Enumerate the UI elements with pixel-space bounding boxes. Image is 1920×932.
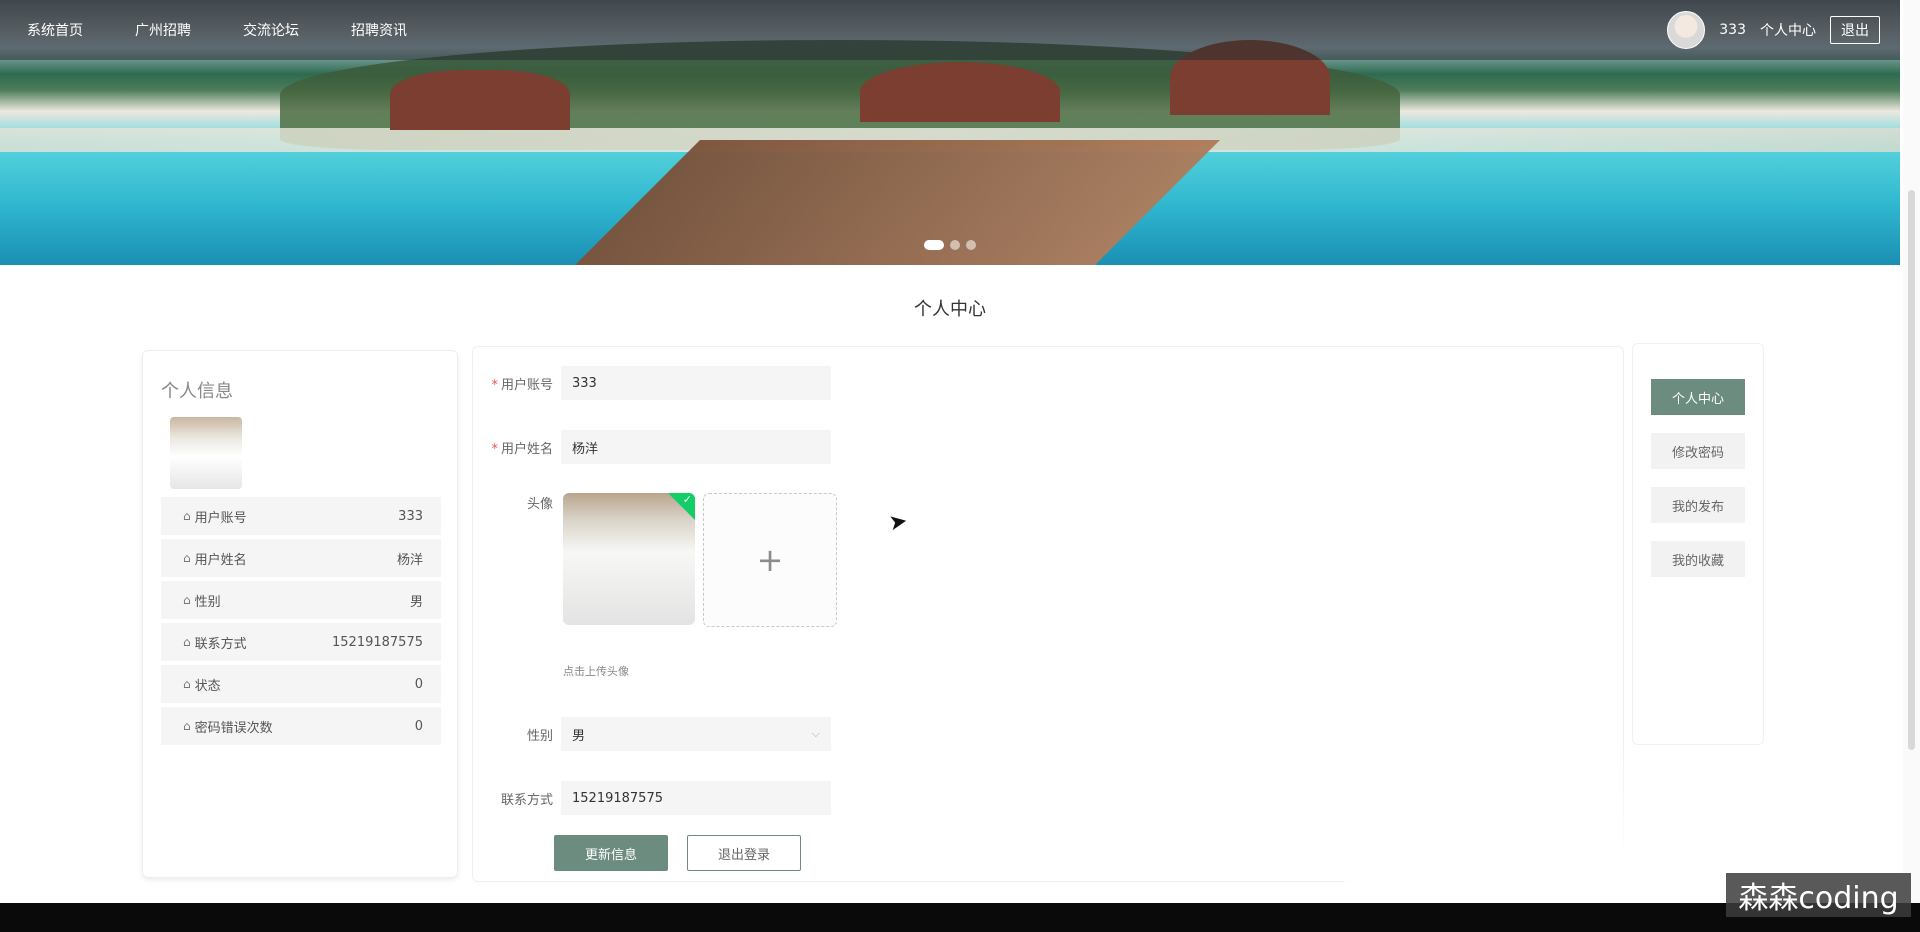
info-value: 0 [414, 676, 423, 692]
nav-user-area: 333 个人中心 退出 [1667, 0, 1880, 60]
home-icon: ⌂ [183, 593, 191, 607]
side-menu: 个人中心 修改密码 我的发布 我的收藏 [1632, 343, 1764, 745]
banner-hut [390, 70, 570, 130]
side-menu-personal-center[interactable]: 个人中心 [1651, 379, 1745, 415]
update-info-button[interactable]: 更新信息 [554, 835, 668, 871]
list-item: ⌂ 密码错误次数 0 [161, 707, 441, 745]
page-title: 个人中心 [914, 299, 986, 320]
plus-icon: + [756, 541, 784, 579]
side-menu-change-password[interactable]: 修改密码 [1651, 433, 1745, 469]
info-value: 15219187575 [332, 634, 423, 650]
carousel-dot-3[interactable] [966, 240, 976, 250]
gender-value: 男 [572, 728, 586, 744]
home-icon: ⌂ [183, 677, 191, 691]
nav-logout-button[interactable]: 退出 [1830, 16, 1880, 44]
info-value: 0 [414, 718, 423, 734]
home-icon: ⌂ [183, 551, 191, 565]
info-value: 333 [398, 508, 423, 524]
scrollbar[interactable] [1903, 0, 1920, 903]
avatar[interactable] [1667, 11, 1706, 49]
info-label: 用户账号 [194, 510, 247, 526]
check-icon: ✓ [682, 493, 692, 506]
nav-home[interactable]: 系统首页 [27, 20, 83, 40]
profile-card-title: 个人信息 [161, 381, 233, 402]
nav-guangzhou-jobs[interactable]: 广州招聘 [135, 20, 191, 40]
upload-trigger[interactable]: + [703, 493, 837, 627]
nav-recruit-news[interactable]: 招聘资讯 [351, 20, 407, 40]
info-label: 用户姓名 [194, 552, 247, 568]
list-item: ⌂ 用户账号 333 [161, 497, 441, 535]
name-field[interactable]: 杨洋 [561, 430, 831, 464]
avatar-label: 头像 [526, 497, 553, 512]
banner-hut [860, 62, 1060, 122]
gender-label: 性别 [526, 728, 553, 744]
phone-label: 联系方式 [500, 792, 553, 808]
phone-field[interactable]: 15219187575 [561, 781, 831, 815]
info-value: 男 [409, 594, 423, 610]
home-icon: ⌂ [183, 509, 191, 523]
uploaded-avatar[interactable]: ✓ [563, 493, 695, 625]
nav-personal-center[interactable]: 个人中心 [1760, 20, 1816, 40]
list-item: ⌂ 状态 0 [161, 665, 441, 703]
carousel-dot-2[interactable] [950, 240, 960, 250]
info-label: 状态 [194, 678, 221, 694]
account-label: * 用户账号 [491, 377, 553, 393]
gender-select[interactable]: 男 ⌵ [561, 717, 831, 751]
side-menu-my-posts[interactable]: 我的发布 [1651, 487, 1745, 523]
nav-username: 333 [1719, 22, 1746, 38]
carousel-indicators [924, 240, 976, 250]
list-item: ⌂ 用户姓名 杨洋 [161, 539, 441, 577]
avatar-uploader: ✓ + [563, 493, 837, 627]
home-icon: ⌂ [183, 719, 191, 733]
scrollbar-thumb[interactable] [1908, 190, 1915, 750]
account-field[interactable]: 333 [561, 366, 831, 400]
side-menu-my-favorites[interactable]: 我的收藏 [1651, 541, 1745, 577]
top-navbar: 系统首页 广州招聘 交流论坛 招聘资讯 333 个人中心 退出 [0, 0, 1900, 60]
home-icon: ⌂ [183, 635, 191, 649]
list-item: ⌂ 性别 男 [161, 581, 441, 619]
watermark: 森森coding [1726, 873, 1911, 917]
nav-forum[interactable]: 交流论坛 [243, 20, 299, 40]
form-row-gender: 性别 男 ⌵ [473, 717, 831, 751]
bottom-bar [0, 903, 1920, 932]
form-row-avatar: 头像 [473, 493, 561, 512]
profile-info-list: ⌂ 用户账号 333 ⌂ 用户姓名 杨洋 ⌂ 性别男 ⌂ 联系方式 15219187575 ⌂… [161, 497, 441, 749]
form-row-account: * 用户账号 333 [473, 366, 831, 400]
info-label: 密码错误次数 [194, 720, 273, 736]
banner-pier [560, 140, 1220, 265]
info-label: 联系方式 [194, 636, 247, 652]
chevron-down-icon: ⌵ [811, 727, 820, 740]
carousel-dot-1[interactable] [924, 240, 944, 250]
upload-tip: 点击上传头像 [563, 665, 629, 678]
logout-button[interactable]: 退出登录 [687, 835, 801, 871]
profile-card: 个人信息 ⌂ 用户账号 333 ⌂ 用户姓名 杨洋 ⌂ 性别男 ⌂ 联系方式 15219187… [142, 350, 458, 878]
form-row-name: * 用户姓名 杨洋 [473, 430, 831, 464]
profile-avatar-image [170, 417, 242, 489]
info-value: 杨洋 [396, 552, 423, 568]
info-label: 性别 [194, 594, 221, 610]
form-row-phone: 联系方式 15219187575 [473, 781, 831, 815]
name-label: * 用户姓名 [491, 441, 553, 457]
list-item: ⌂ 联系方式 15219187575 [161, 623, 441, 661]
